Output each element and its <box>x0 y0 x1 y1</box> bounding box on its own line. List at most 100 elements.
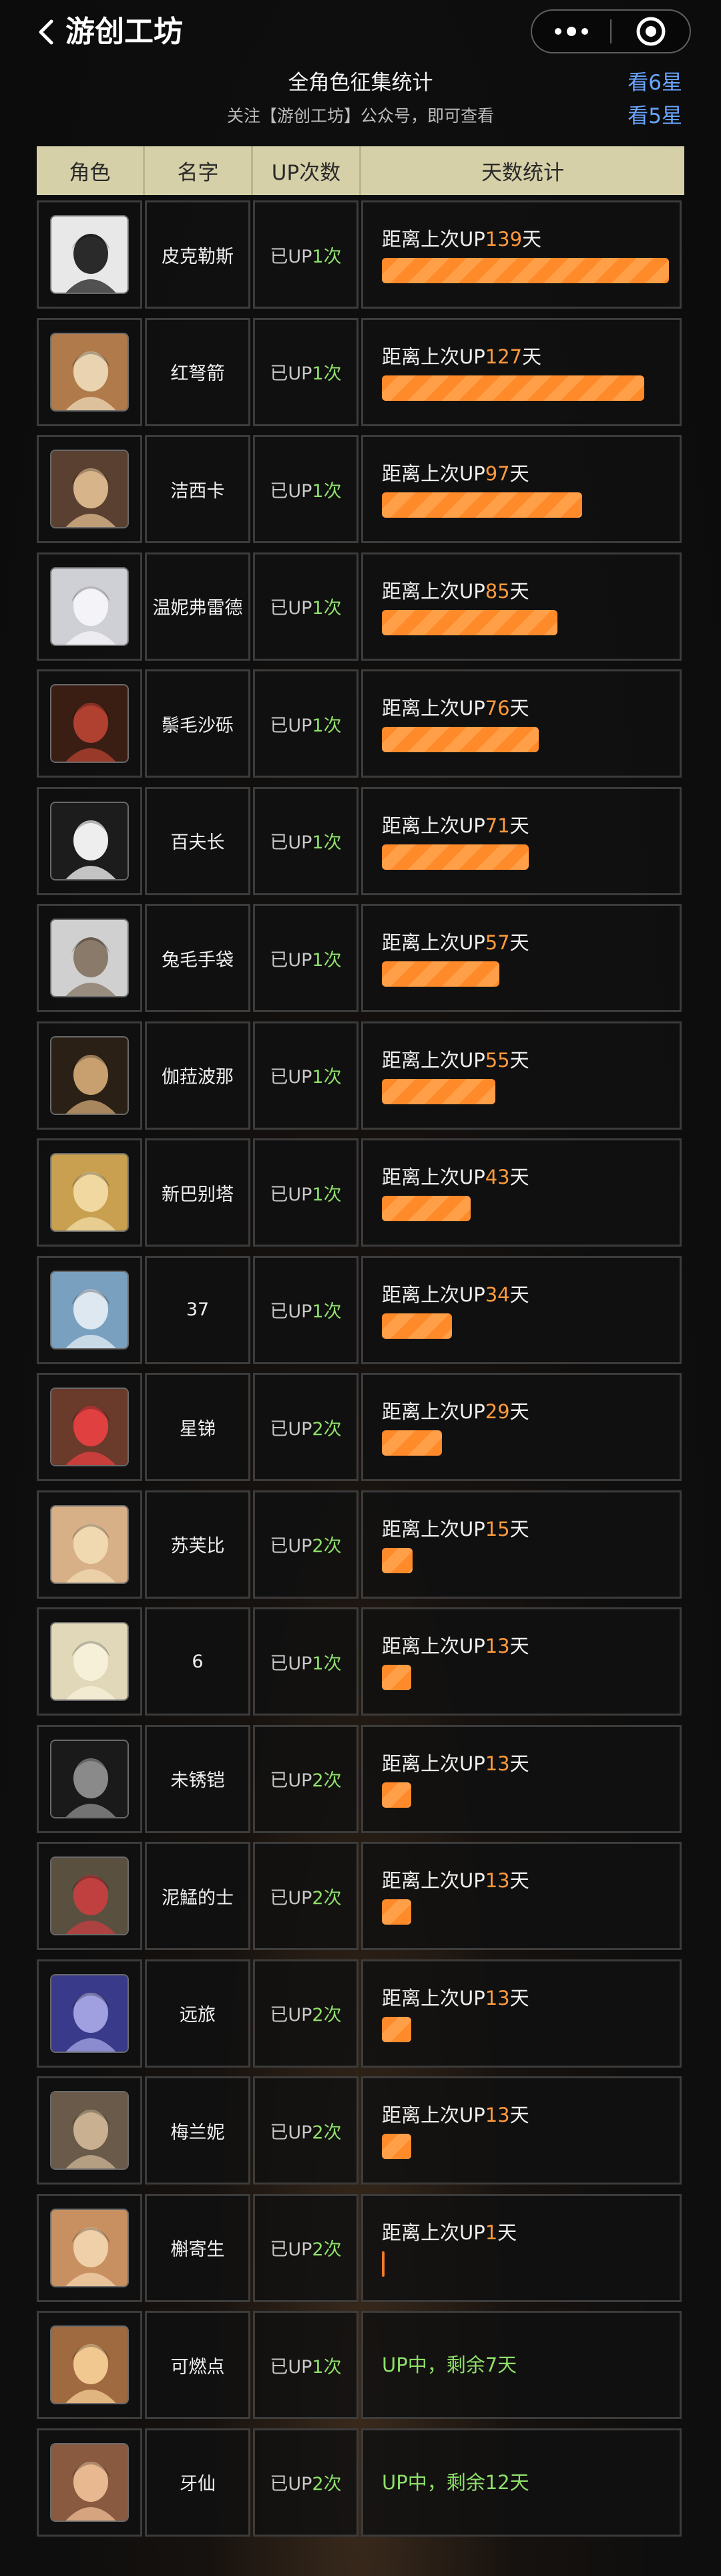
days-since-suffix: 天 <box>509 1869 529 1892</box>
up-count-number: 2 <box>312 1770 324 1791</box>
days-progress-bar <box>382 2134 411 2159</box>
character-avatar[interactable] <box>50 450 129 528</box>
character-name: 6 <box>192 1651 204 1672</box>
day-stats: 距离上次UP15天 <box>363 1516 680 1573</box>
back-button[interactable] <box>32 13 59 51</box>
up-count-suffix: 次 <box>323 949 342 971</box>
character-avatar[interactable] <box>50 1622 129 1701</box>
up-count-prefix: 已UP <box>270 2239 312 2260</box>
days-since-label: 距离上次UP139天 <box>382 226 680 253</box>
days-since-number: 29 <box>485 1400 510 1423</box>
days-since-suffix: 天 <box>509 1048 529 1072</box>
up-count-prefix: 已UP <box>270 2474 312 2494</box>
up-count: 已UP2次 <box>270 1531 341 1557</box>
character-avatar[interactable] <box>50 684 129 763</box>
view-6star-link[interactable]: 看6星 <box>628 69 682 96</box>
name-cell: 皮克勒斯 <box>145 200 250 309</box>
up-count-prefix: 已UP <box>270 832 312 853</box>
day-stats-cell: 距离上次UP71天 <box>361 786 682 895</box>
days-since-number: 15 <box>485 1517 510 1541</box>
character-avatar[interactable] <box>50 1270 129 1349</box>
character-name: 牙仙 <box>180 2474 216 2494</box>
up-count-cell: 已UP2次 <box>253 1490 358 1599</box>
days-since-suffix: 天 <box>509 579 529 603</box>
table-row: 兔毛手袋 已UP1次 距离上次UP57天 <box>37 904 684 1012</box>
days-since-prefix: 距离上次UP <box>382 2221 485 2244</box>
character-name: 远旅 <box>180 2005 216 2026</box>
up-count-suffix: 次 <box>323 2122 342 2143</box>
up-count: 已UP1次 <box>270 945 341 971</box>
character-avatar[interactable] <box>50 2442 129 2522</box>
character-avatar[interactable] <box>50 1153 129 1232</box>
character-avatar[interactable] <box>50 2325 129 2404</box>
up-count-cell: 已UP2次 <box>253 2193 358 2302</box>
table-row: 梅兰妮 已UP2次 距离上次UP13天 <box>37 2076 684 2185</box>
character-avatar[interactable] <box>50 919 129 997</box>
day-stats: 距离上次UP13天 <box>363 2102 680 2159</box>
avatar-cell <box>37 1724 142 1833</box>
character-avatar[interactable] <box>50 1973 129 2053</box>
up-count: 已UP1次 <box>270 1649 341 1675</box>
days-since-suffix: 天 <box>509 1166 529 1188</box>
days-since-suffix: 天 <box>497 2221 517 2244</box>
days-since-label: 距离上次UP34天 <box>382 1281 680 1308</box>
portrait-icon <box>51 1740 128 1817</box>
name-cell: 鬃毛沙砾 <box>145 669 250 778</box>
character-avatar[interactable] <box>50 567 129 646</box>
days-since-number: 1 <box>485 2221 498 2244</box>
character-avatar[interactable] <box>50 1739 129 1818</box>
day-stats: 距离上次UP139天 <box>363 226 680 283</box>
days-since-label: 距离上次UP13天 <box>382 2102 680 2128</box>
character-avatar[interactable] <box>50 1504 129 1584</box>
character-avatar[interactable] <box>50 2091 129 2170</box>
days-since-number: 43 <box>485 1166 510 1188</box>
up-count-number: 2 <box>312 1418 324 1440</box>
portrait-icon <box>51 685 128 762</box>
days-since-label: 距离上次UP29天 <box>382 1398 680 1425</box>
days-progress-bar <box>382 2251 385 2277</box>
day-stats: 距离上次UP34天 <box>363 1281 680 1339</box>
up-count-prefix: 已UP <box>270 1184 312 1205</box>
days-since-suffix: 天 <box>509 814 529 837</box>
name-cell: 温妮弗雷德 <box>145 552 250 661</box>
day-stats: 距离上次UP43天 <box>363 1164 680 1221</box>
up-count: 已UP1次 <box>270 2352 341 2378</box>
up-count: 已UP2次 <box>270 1883 341 1909</box>
view-5star-link[interactable]: 看5星 <box>628 104 682 128</box>
up-count: 已UP2次 <box>270 1766 341 1792</box>
header-up-count: UP次数 <box>253 146 361 195</box>
days-since-number: 13 <box>485 2104 510 2126</box>
days-since-prefix: 距离上次UP <box>382 1166 485 1188</box>
character-avatar[interactable] <box>50 801 129 880</box>
character-avatar[interactable] <box>50 1388 129 1466</box>
character-avatar[interactable] <box>50 332 129 412</box>
character-avatar[interactable] <box>50 215 129 294</box>
up-count: 已UP1次 <box>270 711 341 737</box>
character-avatar[interactable] <box>50 2208 129 2287</box>
days-since-prefix: 距离上次UP <box>382 462 485 485</box>
days-since-number: 76 <box>485 697 510 719</box>
day-stats-cell: 距离上次UP13天 <box>361 1842 682 1950</box>
up-count-suffix: 次 <box>323 2239 342 2260</box>
day-stats-cell: 距离上次UP76天 <box>361 669 682 778</box>
close-miniprogram-button[interactable] <box>612 11 690 52</box>
days-progress-bar <box>382 1899 411 1925</box>
up-count: 已UP2次 <box>270 1414 341 1440</box>
day-stats-cell: 距离上次UP29天 <box>361 1373 682 1481</box>
days-since-number: 34 <box>485 1283 510 1306</box>
table-header: 角色 名字 UP次数 天数统计 <box>37 146 684 195</box>
portrait-icon <box>51 2444 128 2521</box>
more-button[interactable] <box>532 11 610 52</box>
up-count-suffix: 次 <box>323 2474 342 2494</box>
days-since-suffix: 天 <box>509 931 529 954</box>
character-name: 洁西卡 <box>170 480 225 502</box>
day-stats: 距离上次UP76天 <box>363 695 680 752</box>
character-avatar[interactable] <box>50 1857 129 1935</box>
days-progress-bar <box>382 258 669 283</box>
avatar-cell <box>37 1255 142 1364</box>
days-since-suffix: 天 <box>509 1986 529 2009</box>
up-count-number: 1 <box>312 1301 324 1322</box>
character-avatar[interactable] <box>50 1035 129 1115</box>
up-count-suffix: 次 <box>323 2005 342 2026</box>
up-count-cell: 已UP1次 <box>253 786 358 895</box>
